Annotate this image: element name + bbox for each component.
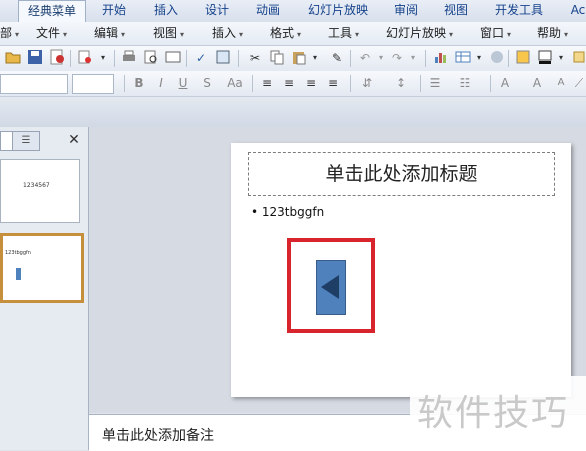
menu-item-view[interactable]: 视图 ▾ <box>153 25 184 41</box>
chevron-down-icon[interactable]: ▾ <box>552 49 570 67</box>
tab-classic-menu[interactable]: 经典菜单 <box>18 0 86 23</box>
toolbar-divider <box>420 75 421 92</box>
change-case-icon[interactable]: Aa <box>222 74 248 92</box>
slide-thumbnail-2[interactable]: 123tbggfn <box>0 233 84 303</box>
open-icon[interactable] <box>4 49 22 67</box>
thumbnail-action-button <box>16 268 21 280</box>
numbering-icon[interactable]: ☷ <box>456 74 474 92</box>
print-icon[interactable] <box>120 49 138 67</box>
menu-item-slideshow[interactable]: 幻灯片放映 ▾ <box>386 25 453 41</box>
spelling-icon[interactable]: ✓ <box>192 49 210 67</box>
menu-item-window[interactable]: 窗口 ▾ <box>480 25 511 41</box>
save-icon[interactable] <box>26 49 44 67</box>
shadow-icon[interactable]: S <box>198 74 216 92</box>
chart-icon[interactable] <box>432 49 450 67</box>
bullet-text: 123tbggfn <box>261 205 325 219</box>
ribbon-tab-bar: 经典菜单 开始 插入 设计 动画 幻灯片放映 审阅 视图 开发工具 Ac <box>0 0 586 23</box>
font-name-combo[interactable] <box>0 74 68 94</box>
thumbnail-title: 1234567 <box>23 182 50 189</box>
slides-pane: ☰ ✕ 1234567 123tbggfn <box>0 127 89 450</box>
ribbon-collapsed-strip <box>0 97 586 128</box>
tab-review[interactable]: 审阅 <box>384 0 428 22</box>
toolbar-divider <box>114 50 115 67</box>
tab-developer[interactable]: 开发工具 <box>487 0 551 22</box>
close-icon[interactable]: ✕ <box>66 131 82 149</box>
toolbar-divider <box>508 50 509 67</box>
copy-icon[interactable] <box>268 49 286 67</box>
tab-outline[interactable]: ☰ <box>12 131 40 151</box>
toolbar-divider <box>252 75 253 92</box>
menu-item-file[interactable]: 文件 ▾ <box>36 25 67 41</box>
align-right-icon[interactable]: ≡ <box>302 74 320 92</box>
hyperlink-icon[interactable] <box>488 49 506 67</box>
tab-home[interactable]: 开始 <box>92 0 136 22</box>
tab-slideshow[interactable]: 幻灯片放映 <box>300 0 376 22</box>
highlight-rectangle <box>287 238 375 333</box>
bold-icon[interactable]: B <box>130 74 148 92</box>
menu-bar: 部 ▾ 文件 ▾ 编辑 ▾ 视图 ▾ 插入 ▾ 格式 ▾ 工具 ▾ 幻灯片放映 ▾ 窗口 ▾ 帮助… <box>0 22 586 46</box>
underline-icon[interactable]: U <box>174 74 192 92</box>
menu-item-help[interactable]: 帮助 ▾ <box>537 25 568 41</box>
layout-icon[interactable] <box>164 49 182 67</box>
menu-item-format[interactable]: 格式 ▾ <box>270 25 301 41</box>
chevron-down-icon[interactable]: ▾ <box>470 49 488 67</box>
research-icon[interactable] <box>214 49 232 67</box>
toolbar-divider <box>350 75 351 92</box>
grow-font-icon[interactable]: A <box>528 74 546 92</box>
chevron-down-icon[interactable]: ▾ <box>94 49 112 67</box>
thumbnail-bullet: 123tbggfn <box>5 250 31 256</box>
font-color-icon[interactable]: A <box>496 74 514 92</box>
text-direction-icon[interactable]: ⇵ <box>358 74 376 92</box>
formatting-toolbar: B I U S Aa ≡ ≡ ≡ ≡ ⇵ ↕ ☰ ☷ A A A ⟋ <box>0 71 586 97</box>
toolbar-divider <box>490 75 491 92</box>
color-theme-icon[interactable] <box>514 49 532 67</box>
email-icon[interactable] <box>76 49 94 67</box>
chevron-down-icon[interactable]: ▾ <box>404 49 422 67</box>
line-spacing-icon[interactable]: ↕ <box>392 74 410 92</box>
italic-icon[interactable]: I <box>152 74 170 92</box>
toolbar-divider <box>350 50 351 67</box>
chevron-down-icon[interactable]: ▾ <box>306 49 324 67</box>
menu-item-edit[interactable]: 编辑 ▾ <box>94 25 125 41</box>
toolbar-divider <box>124 75 125 92</box>
watermark-text: 软件技巧 <box>417 393 570 434</box>
toolbar-divider <box>238 50 239 67</box>
content-bullet[interactable]: • 123tbggfn <box>251 205 324 219</box>
align-center-icon[interactable]: ≡ <box>280 74 298 92</box>
pane-tabs: ☰ ✕ <box>0 131 88 151</box>
slide-thumbnail-1[interactable]: 1234567 <box>0 159 80 223</box>
cut-icon[interactable]: ✂ <box>246 49 264 67</box>
tab-design[interactable]: 设计 <box>195 0 239 22</box>
menu-item-tools[interactable]: 工具 ▾ <box>328 25 359 41</box>
print-preview-icon[interactable] <box>142 49 160 67</box>
slide-canvas[interactable]: 单击此处添加标题 • 123tbggfn <box>231 143 571 397</box>
shrink-font-icon[interactable]: A <box>552 74 570 92</box>
tab-insert[interactable]: 插入 <box>144 0 188 22</box>
tab-acrobat[interactable]: Ac <box>563 0 586 22</box>
menu-item-partial[interactable]: 部 ▾ <box>0 25 19 41</box>
standard-toolbar: ▾ ✓ ✂ ▾ ✎ ↶ ▾ ↷ ▾ ▾ ▾ <box>0 46 586 72</box>
notes-placeholder: 单击此处添加备注 <box>102 428 214 444</box>
justify-icon[interactable]: ≡ <box>324 74 342 92</box>
toolbar-divider <box>70 50 71 67</box>
tab-view[interactable]: 视图 <box>434 0 478 22</box>
menu-item-insert[interactable]: 插入 ▾ <box>212 25 243 41</box>
bullets-icon[interactable]: ☰ <box>426 74 444 92</box>
permission-icon[interactable] <box>48 49 66 67</box>
font-size-combo[interactable] <box>72 74 114 94</box>
align-left-icon[interactable]: ≡ <box>258 74 276 92</box>
tab-animation[interactable]: 动画 <box>246 0 290 22</box>
format-painter-icon[interactable]: ✎ <box>328 49 346 67</box>
toolbar-divider <box>425 50 426 67</box>
watermark: 软件技巧 <box>410 376 586 436</box>
action-button-back[interactable] <box>316 260 346 315</box>
toolbar-divider <box>186 50 187 67</box>
clear-format-icon[interactable]: ⟋ <box>570 74 586 92</box>
title-placeholder[interactable]: 单击此处添加标题 <box>248 152 555 196</box>
more-icon[interactable] <box>570 49 586 67</box>
back-triangle-icon <box>321 275 339 299</box>
